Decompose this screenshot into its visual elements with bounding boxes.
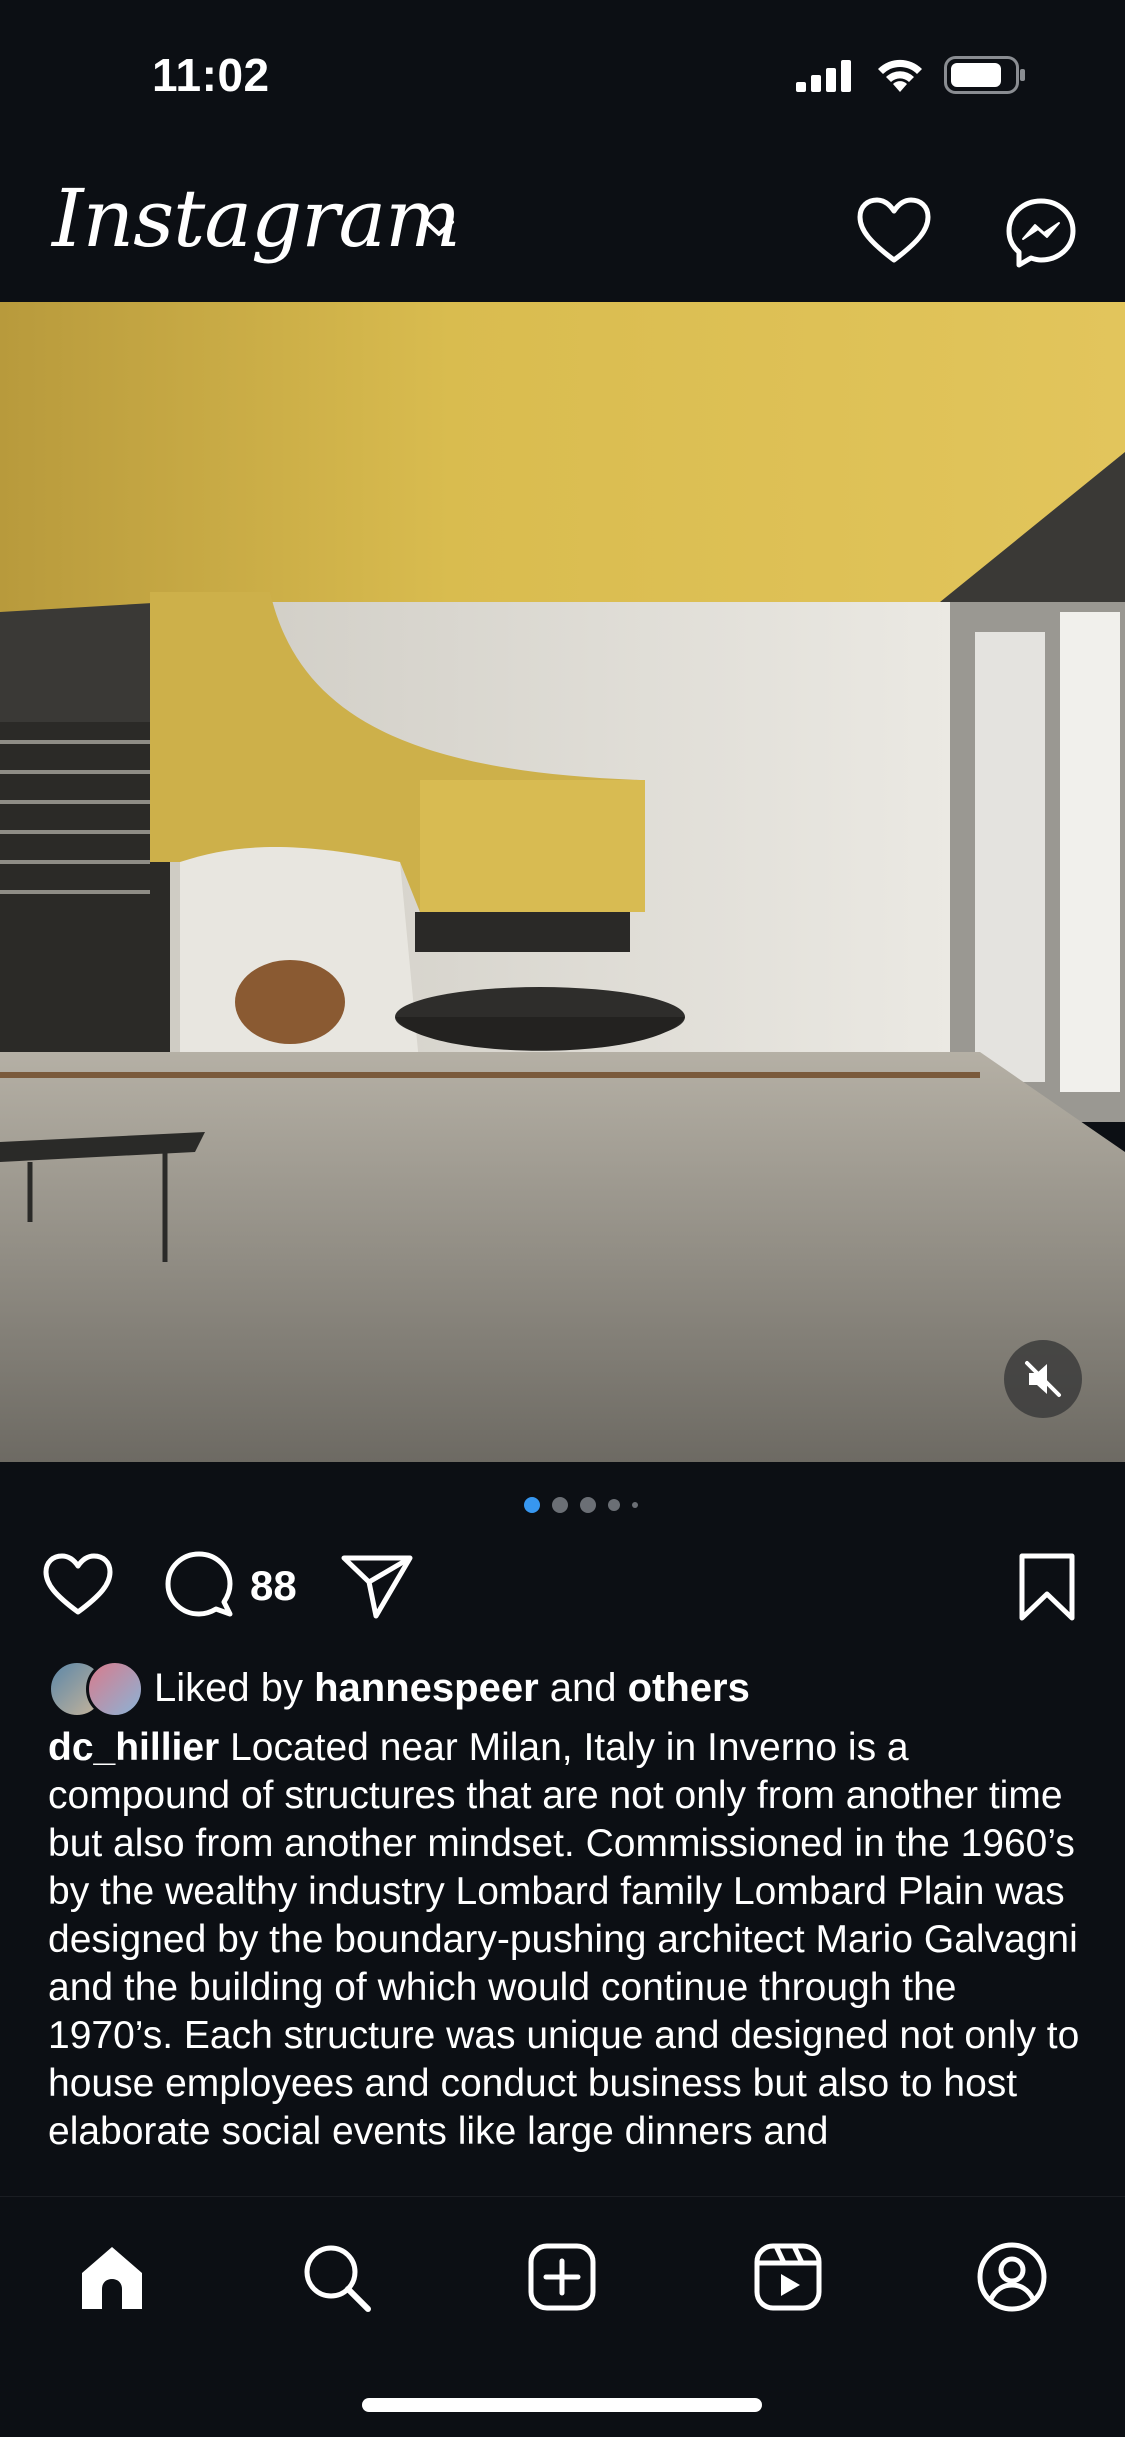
liked-by-others[interactable]: others	[628, 1666, 750, 1710]
home-indicator	[362, 2398, 762, 2412]
carousel-dot	[580, 1497, 596, 1513]
post-caption: dc_hillier Located near Milan, Italy in …	[48, 1724, 1088, 2194]
carousel-dot-active	[524, 1497, 540, 1513]
search-icon[interactable]	[300, 2241, 372, 2313]
comment-count[interactable]: 88	[250, 1562, 297, 1610]
caption-username[interactable]: dc_hillier	[48, 1726, 219, 1769]
avatar	[86, 1660, 144, 1718]
chevron-down-icon[interactable]	[420, 214, 458, 242]
liked-by-text[interactable]: Liked by hannespeer and others	[154, 1666, 750, 1711]
share-send-icon[interactable]	[340, 1552, 414, 1620]
liked-by-joiner: and	[538, 1666, 628, 1710]
battery-icon	[944, 56, 1025, 94]
comment-icon[interactable]	[164, 1550, 234, 1620]
carousel-dot	[632, 1502, 638, 1508]
profile-icon[interactable]	[976, 2241, 1048, 2313]
carousel-dot	[608, 1499, 620, 1511]
post-image	[0, 302, 1125, 1462]
bookmark-icon[interactable]	[1018, 1552, 1076, 1622]
post-photo[interactable]	[0, 302, 1125, 1462]
create-icon[interactable]	[526, 2241, 598, 2313]
caption-text: Located near Milan, Italy in Inverno is …	[48, 1726, 1080, 2153]
liked-by-prefix: Liked by	[154, 1666, 315, 1710]
carousel-indicator	[524, 1497, 638, 1513]
reels-icon[interactable]	[752, 2241, 824, 2313]
liked-by-avatars[interactable]	[48, 1660, 144, 1718]
speaker-muted-icon	[1025, 1361, 1061, 1397]
mute-button[interactable]	[1004, 1340, 1082, 1418]
notifications-heart-icon[interactable]	[856, 196, 932, 266]
liked-by-user[interactable]: hannespeer	[314, 1666, 539, 1710]
carousel-dot	[552, 1497, 568, 1513]
instagram-logo[interactable]: Instagram	[52, 172, 461, 265]
like-heart-icon[interactable]	[42, 1552, 114, 1618]
cellular-signal-icon	[796, 60, 851, 92]
wifi-icon	[878, 59, 922, 92]
messenger-icon[interactable]	[1004, 196, 1078, 270]
home-icon[interactable]	[76, 2241, 148, 2313]
status-time: 11:02	[152, 49, 270, 101]
